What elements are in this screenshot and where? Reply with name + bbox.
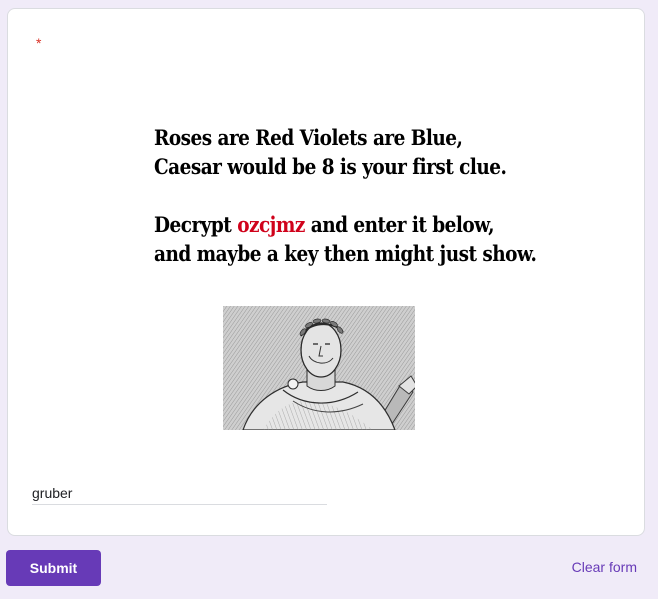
poem-line-4: and maybe a key then might just show.: [154, 241, 537, 266]
poem-line-3-suffix: and enter it below,: [304, 212, 495, 237]
poem-line-1: Roses are Red Violets are Blue,: [154, 125, 463, 150]
riddle-text: Roses are Red Violets are Blue, Caesar w…: [154, 123, 537, 268]
question-card: * Roses are Red Violets are Blue, Caesar…: [7, 8, 645, 536]
submit-button[interactable]: Submit: [6, 550, 101, 586]
clear-form-button[interactable]: Clear form: [572, 559, 637, 575]
answer-text-field[interactable]: [32, 481, 327, 505]
poem-line-2: Caesar would be 8 is your first clue.: [154, 154, 507, 179]
caesar-portrait-icon: [223, 306, 415, 430]
poem-spacer: [154, 181, 524, 210]
caesar-portrait-image: [223, 306, 415, 430]
poem-line-3-prefix: Decrypt: [154, 212, 238, 237]
cipher-word: ozcjmz: [237, 212, 305, 237]
required-asterisk: *: [36, 35, 42, 51]
poem-line-3: Decrypt ozcjmz and enter it below,: [154, 210, 524, 239]
